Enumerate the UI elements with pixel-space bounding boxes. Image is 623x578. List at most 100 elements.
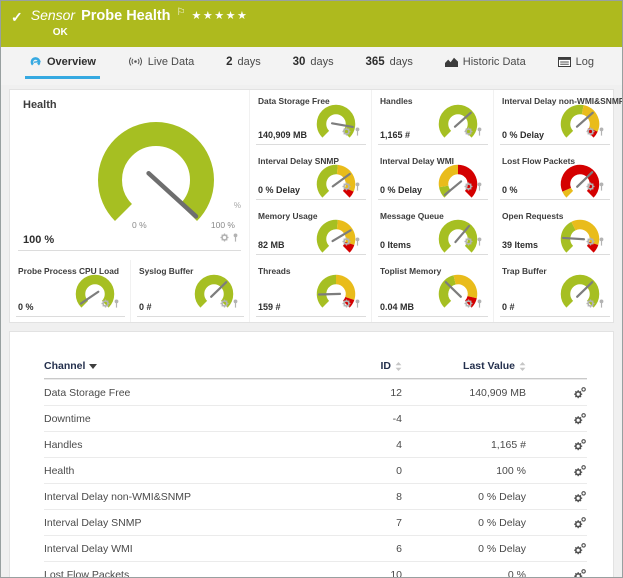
gauge-settings-button[interactable] xyxy=(220,229,229,247)
gauge-settings-button[interactable] xyxy=(464,295,473,313)
channel-settings-button[interactable] xyxy=(561,386,587,399)
gauge-value: 0 % xyxy=(502,185,518,195)
gauge-settings-button[interactable] xyxy=(101,295,110,313)
gauge-cell-probe-process-cpu-load[interactable]: Probe Process CPU Load 0 % xyxy=(10,260,130,322)
gauge-pin-button[interactable] xyxy=(354,178,361,196)
gauge-pin-button[interactable] xyxy=(354,123,361,141)
gauge-pin-button[interactable] xyxy=(476,178,483,196)
gauge-cell-memory-usage[interactable]: Memory Usage 82 MB xyxy=(249,205,371,260)
tab-label: days xyxy=(390,56,413,68)
cell-id: 8 xyxy=(322,491,402,503)
table-header-row: Channel ID Last Value xyxy=(44,354,587,379)
gauge-settings-button[interactable] xyxy=(586,178,595,196)
gauge-cell-health[interactable]: Health 0 % 100 % % 100 % xyxy=(10,90,249,260)
gear-icon xyxy=(342,127,351,136)
gauge-settings-button[interactable] xyxy=(342,123,351,141)
sensor-title-line: Sensor Probe Health ⚐ ★★★★★ xyxy=(31,7,249,24)
gauge-value: 100 % xyxy=(23,234,54,246)
area-chart-icon xyxy=(445,57,458,67)
cell-id: 4 xyxy=(322,439,402,451)
channel-settings-button[interactable] xyxy=(561,438,587,451)
gauge-cell-open-requests[interactable]: Open Requests 39 Items xyxy=(493,205,615,260)
tab-30-days[interactable]: 30 days xyxy=(289,47,338,79)
gauge-pin-button[interactable] xyxy=(476,123,483,141)
tab-number: 365 xyxy=(365,56,384,68)
pin-icon xyxy=(476,299,483,308)
channel-settings-button[interactable] xyxy=(561,568,587,578)
tab-live-data[interactable]: Live Data xyxy=(124,47,198,79)
channel-settings-button[interactable] xyxy=(561,542,587,555)
gear-icon xyxy=(220,299,229,308)
tab-overview[interactable]: Overview xyxy=(25,47,100,79)
gauge-pin-button[interactable] xyxy=(598,123,605,141)
gear-icon xyxy=(464,299,473,308)
status-badge: OK xyxy=(53,27,249,38)
gauge-pin-button[interactable] xyxy=(354,295,361,313)
gauge-value: 140,909 MB xyxy=(258,130,307,140)
gauge-pin-button[interactable] xyxy=(598,178,605,196)
channel-table: Channel ID Last Value Data Storage Free … xyxy=(44,354,587,578)
column-header-id[interactable]: ID xyxy=(322,360,402,372)
gauge-settings-button[interactable] xyxy=(342,233,351,251)
column-header-channel[interactable]: Channel xyxy=(44,360,322,372)
gauge-cell-interval-delay-snmp[interactable]: Interval Delay SNMP 0 % Delay xyxy=(249,150,371,205)
gauge-settings-button[interactable] xyxy=(586,295,595,313)
gear-icon xyxy=(464,127,473,136)
tab-historic-data[interactable]: Historic Data xyxy=(441,47,530,79)
gauge-value: 0 # xyxy=(139,302,152,312)
channel-settings-button[interactable] xyxy=(561,516,587,529)
sort-desc-icon[interactable] xyxy=(89,364,97,369)
gauge-cell-handles[interactable]: Handles 1,165 # xyxy=(371,90,493,150)
tab-log[interactable]: Log xyxy=(554,47,598,79)
channel-settings-button[interactable] xyxy=(561,490,587,503)
gauge-pin-button[interactable] xyxy=(113,295,120,313)
gauge-pin-button[interactable] xyxy=(232,229,239,247)
gauge-value: 0 % xyxy=(18,302,34,312)
pin-icon xyxy=(598,127,605,136)
cell-last-value: 100 % xyxy=(402,465,526,477)
gauge-cell-interval-delay-wmi[interactable]: Interval Delay WMI 0 % Delay xyxy=(371,150,493,205)
gauge-pin-button[interactable] xyxy=(354,233,361,251)
gauge-cell-threads[interactable]: Threads 159 # xyxy=(249,260,371,322)
gauge-cell-interval-delay-non-wmi-snmp[interactable]: Interval Delay non-WMI&SNMP 0 % Delay xyxy=(493,90,615,150)
gear-link-icon xyxy=(573,464,587,477)
gauge-pin-button[interactable] xyxy=(598,233,605,251)
gear-icon xyxy=(464,182,473,191)
sort-arrows-icon[interactable] xyxy=(395,362,402,371)
gear-icon xyxy=(586,237,595,246)
gauge-settings-button[interactable] xyxy=(342,295,351,313)
table-row: Data Storage Free 12 140,909 MB xyxy=(44,379,587,405)
column-header-last-value[interactable]: Last Value xyxy=(402,360,526,372)
tab-2-days[interactable]: 2 days xyxy=(222,47,265,79)
gauge-pin-button[interactable] xyxy=(476,295,483,313)
gear-icon xyxy=(586,182,595,191)
pin-icon xyxy=(354,182,361,191)
gauge-settings-button[interactable] xyxy=(342,178,351,196)
gauge-pin-button[interactable] xyxy=(476,233,483,251)
sort-arrows-icon[interactable] xyxy=(519,362,526,371)
channel-settings-button[interactable] xyxy=(561,412,587,425)
gauge-cell-lost-flow-packets[interactable]: Lost Flow Packets 0 % xyxy=(493,150,615,205)
gauge-scale-min: 0 % xyxy=(132,220,147,230)
flag-icon[interactable]: ⚐ xyxy=(177,7,186,18)
gauge-cell-syslog-buffer[interactable]: Syslog Buffer 0 # xyxy=(130,260,249,322)
gear-link-icon xyxy=(573,542,587,555)
gauge-settings-button[interactable] xyxy=(586,233,595,251)
gear-icon xyxy=(220,233,229,242)
gauge-cell-message-queue[interactable]: Message Queue 0 Items xyxy=(371,205,493,260)
priority-stars[interactable]: ★★★★★ xyxy=(192,9,249,22)
gauge-settings-button[interactable] xyxy=(220,295,229,313)
gauge-settings-button[interactable] xyxy=(464,123,473,141)
gauge-cell-trap-buffer[interactable]: Trap Buffer 0 # xyxy=(493,260,615,322)
gauge-pin-button[interactable] xyxy=(232,295,239,313)
gauge-cell-toplist-memory[interactable]: Toplist Memory 0.04 MB xyxy=(371,260,493,322)
gauge-cell-data-storage-free[interactable]: Data Storage Free 140,909 MB xyxy=(249,90,371,150)
gauge-pin-button[interactable] xyxy=(598,295,605,313)
gauge-settings-button[interactable] xyxy=(464,178,473,196)
channel-settings-button[interactable] xyxy=(561,464,587,477)
gauge-settings-button[interactable] xyxy=(464,233,473,251)
cell-id: 12 xyxy=(322,387,402,399)
tab-365-days[interactable]: 365 days xyxy=(361,47,416,79)
channel-table-panel: Channel ID Last Value Data Storage Free … xyxy=(9,331,614,578)
gauge-settings-button[interactable] xyxy=(586,123,595,141)
